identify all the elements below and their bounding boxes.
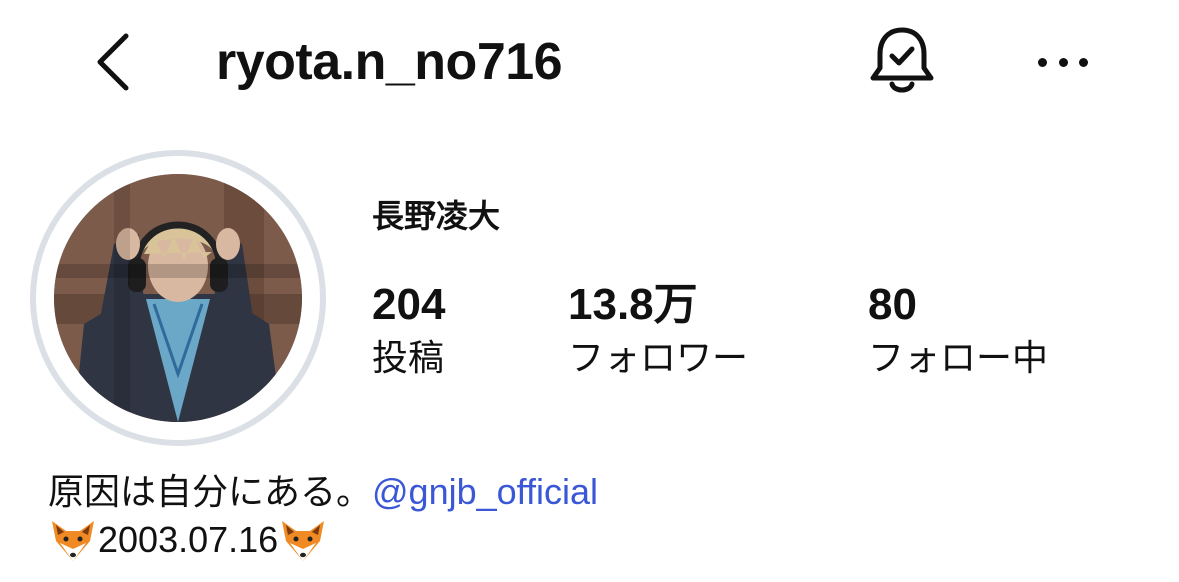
followers-count-stat[interactable]: 13.8万 フォロワー bbox=[568, 278, 748, 382]
chevron-left-icon bbox=[97, 33, 129, 91]
fox-face-icon bbox=[52, 521, 94, 561]
bio-birthday: 2003.07.16 bbox=[98, 519, 279, 560]
following-count: 80 bbox=[868, 280, 917, 329]
bell-check-icon bbox=[870, 27, 934, 93]
avatar bbox=[54, 174, 302, 422]
notifications-button[interactable] bbox=[866, 24, 938, 100]
following-count-stat[interactable]: 80 フォロー中 bbox=[868, 278, 1048, 382]
profile-username: ryota.n_no716 bbox=[216, 33, 563, 91]
profile-full-name: 長野凌大 bbox=[372, 198, 501, 234]
avatar-photo bbox=[54, 174, 302, 422]
fox-face-icon bbox=[282, 521, 325, 561]
followers-count: 13.8万 bbox=[568, 280, 698, 329]
bio-text: 原因は自分にある。 bbox=[48, 471, 373, 512]
more-horizontal-icon bbox=[1038, 57, 1047, 67]
profile-screen: ryota.n_no716 長野凌大 204 投稿 13.8万 フォロワー 80… bbox=[0, 0, 1179, 582]
bio-line-1: 原因は自分にある。 @gnjb_official bbox=[48, 468, 598, 516]
profile-bio: 原因は自分にある。 @gnjb_official 2003.07.16 bbox=[48, 468, 598, 564]
back-button[interactable] bbox=[92, 30, 140, 94]
avatar-story-ring[interactable] bbox=[30, 150, 326, 446]
followers-label: フォロワー bbox=[568, 337, 749, 378]
bio-line-2: 2003.07.16 bbox=[48, 516, 598, 564]
following-label: フォロー中 bbox=[868, 337, 1049, 378]
more-options-button[interactable] bbox=[1034, 44, 1092, 80]
posts-label: 投稿 bbox=[372, 337, 445, 378]
posts-count-stat[interactable]: 204 投稿 bbox=[372, 278, 445, 382]
posts-count: 204 bbox=[372, 280, 446, 329]
bio-mention-link[interactable]: @gnjb_official bbox=[372, 468, 598, 516]
